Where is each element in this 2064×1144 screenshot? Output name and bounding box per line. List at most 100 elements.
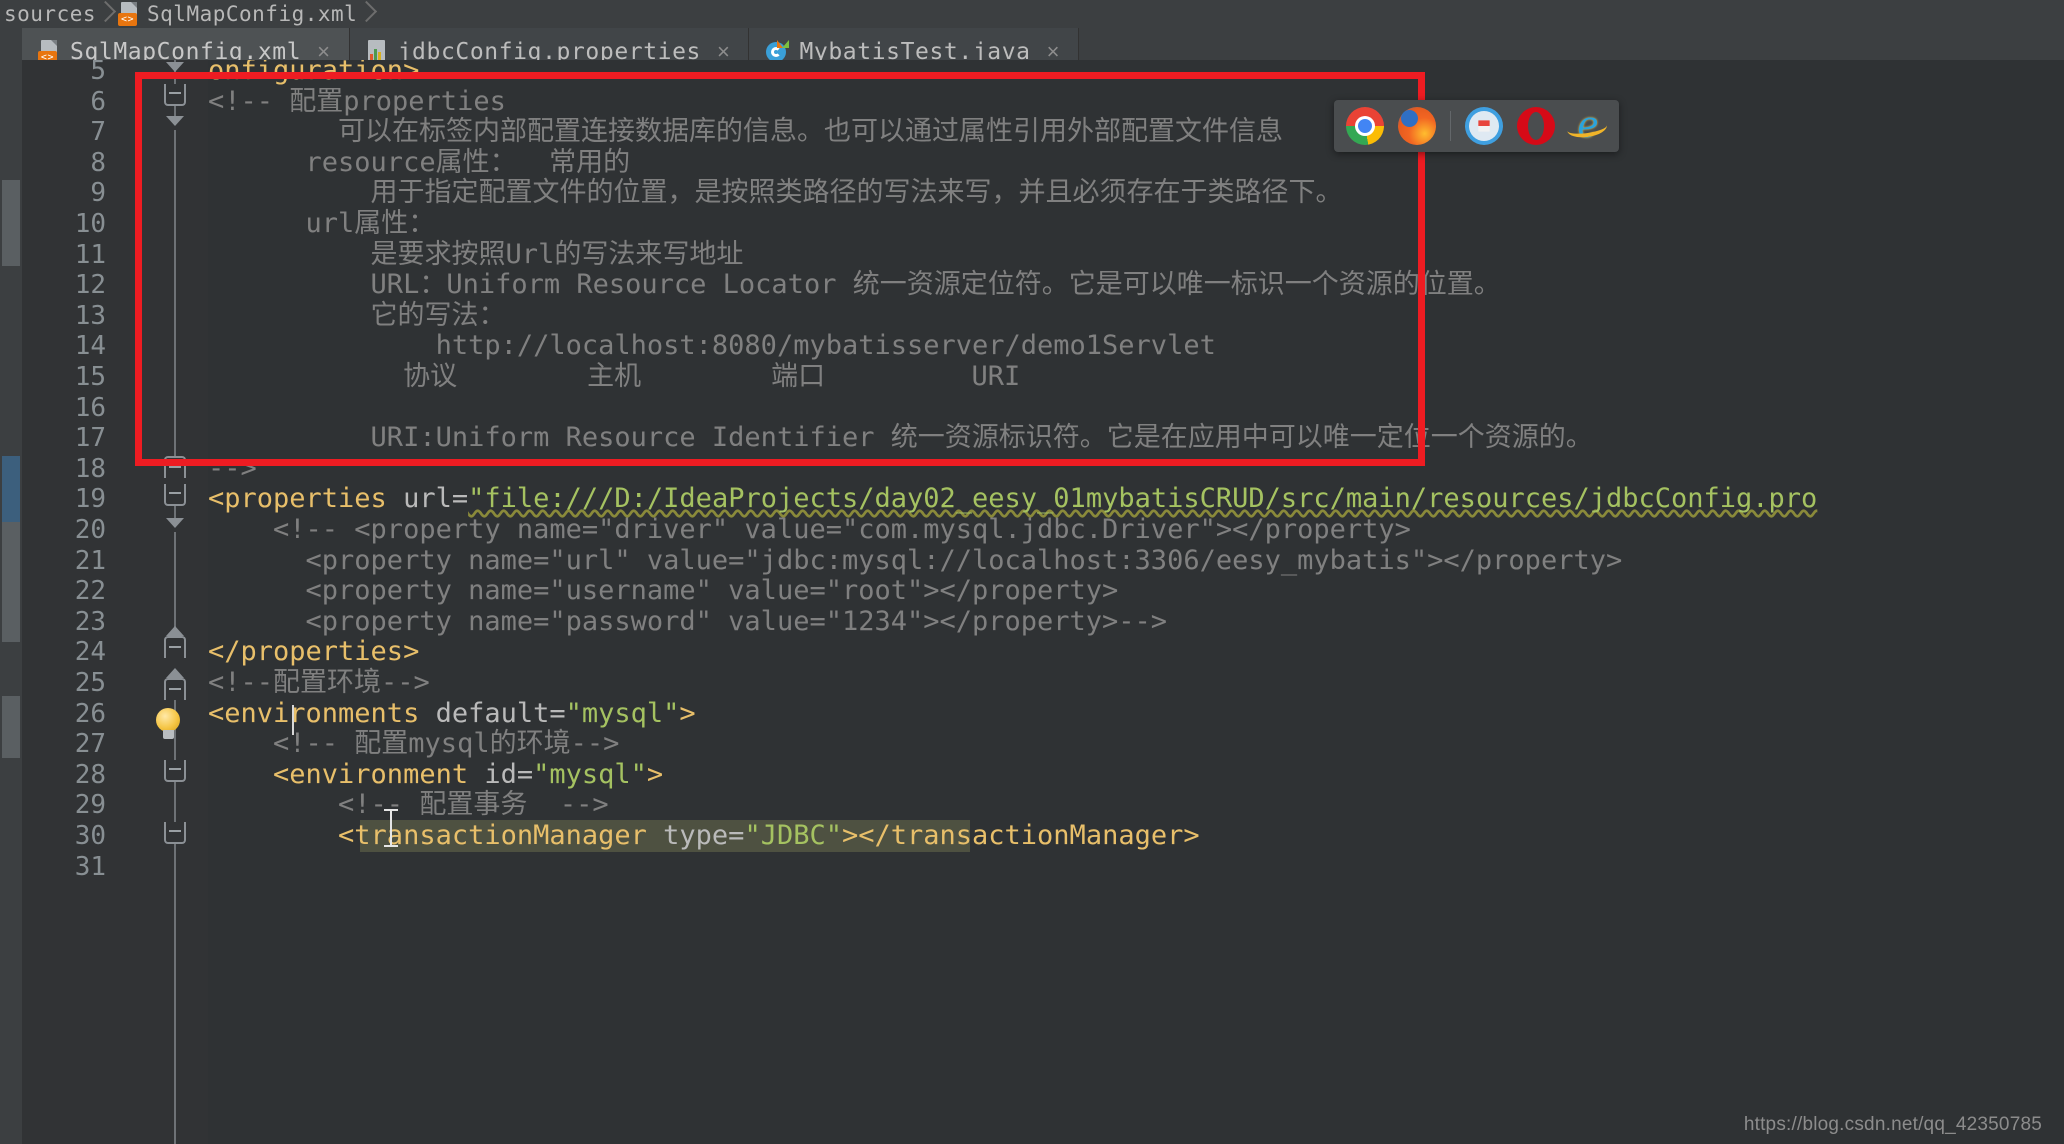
code-line[interactable]: <!-- 配置mysql的环境--> [208,729,619,759]
code-line[interactable]: <environments default="mysql"> [208,697,696,729]
code-token-str: "mysql" [565,697,680,729]
line-number: 11 [74,239,106,270]
code-token-tag: <environments [208,697,436,729]
code-token-cmt: 协议 主机 端口 URI [208,361,1021,392]
ide-window: sources <> SqlMapConfig.xml <> SqlMapCon… [0,0,2064,1144]
fold-arrow-icon[interactable] [166,668,184,678]
fold-arrow-icon[interactable] [166,62,184,72]
code-token-attr: url= [403,483,469,515]
text-caret [292,705,294,735]
fold-toggle-icon[interactable] [164,636,186,658]
fold-toggle-icon[interactable] [164,822,186,844]
mouse-ibeam-cursor [384,808,398,848]
line-number: 13 [74,300,106,331]
code-token-cmt: <!-- 配置事务 --> [208,789,609,821]
code-token-cmt: 用于指定配置文件的位置，是按照类路径的写法来写，并且必须存在于类路径下。 [208,177,1343,209]
code-line[interactable]: 可以在标签内部配置连接数据库的信息。也可以通过属性引用外部配置文件信息 [208,117,1283,147]
code-line[interactable]: --> [208,452,257,484]
line-number: 28 [74,759,106,790]
code-line[interactable]: <property name="password" value="1234"><… [208,606,1168,637]
line-number: 7 [90,117,106,148]
line-number: 31 [74,851,106,882]
code-line[interactable]: <property name="url" value="jdbc:mysql:/… [208,544,1623,576]
fold-toggle-icon[interactable] [164,484,186,506]
code-token-tag: </properties> [208,636,420,668]
chrome-icon[interactable] [1346,107,1384,145]
code-token-cmt: http://localhost:8080/mybatisserver/demo… [208,330,1216,362]
code-line[interactable]: <property name="username" value="root"><… [208,575,1119,607]
code-token-cmt: <!-- 配置properties [208,85,506,117]
breadcrumb-label: sources [4,2,97,26]
breadcrumb: sources <> SqlMapConfig.xml [0,0,2064,28]
code-line[interactable]: <environment id="mysql"> [208,758,663,790]
code-token-tag: <properties [208,483,404,515]
code-line[interactable]: 协议 主机 端口 URI [208,362,1020,392]
code-line[interactable]: URL：Uniform Resource Locator 统一资源定位符。它是可… [208,270,1501,300]
fold-toggle-icon[interactable] [164,760,186,782]
code-token-str: "JDBC" [744,820,842,851]
code-token-attr: id= [484,758,534,790]
code-token-cmt: resource属性： 常用的 [208,146,631,178]
code-token-cmt: <property name="username" value="root"><… [208,575,1119,607]
line-number: 15 [74,362,106,392]
code-token-cmt: 是要求按照Url的写法来写地址 [208,238,744,270]
code-line[interactable]: </properties> [208,637,419,667]
code-token-cmt: <!-- <property name="driver" value="com.… [208,514,1411,545]
code-folding-gutter[interactable] [150,60,208,1144]
code-line[interactable]: URI:Uniform Resource Identifier 统一资源标识符。… [208,423,1593,453]
code-line[interactable]: <properties url="file:///D:/IdeaProjects… [208,484,1817,514]
code-token-cmt: url属性： [208,208,436,239]
breadcrumb-item-sqlmapconfig[interactable]: <> SqlMapConfig.xml [118,0,357,28]
internet-explorer-icon[interactable]: e [1565,107,1609,145]
code-token-str: "mysql" [533,758,647,790]
breadcrumb-label: SqlMapConfig.xml [147,2,358,26]
code-editor[interactable]: 5 6 7 8 9 10 11 12 13 14 15 16 17 18 19 20 21 22 23 24 25 26 2… [0,60,2064,1144]
code-token-cmt: 它的写法： [208,299,506,331]
code-line[interactable]: <transactionManager type="JDBC"></transa… [208,821,1200,851]
intention-lightbulb-icon[interactable] [152,708,186,742]
code-line[interactable]: <!--配置环境--> [208,668,430,698]
code-line[interactable]: <!-- 配置properties [208,85,506,117]
line-number: 12 [74,270,106,301]
code-line[interactable]: <!-- <property name="driver" value="com.… [208,515,1411,545]
code-token-str: "file:///D:/IdeaProjects/day02_eesy_01my… [468,483,1818,515]
code-token-cmt: <!--配置环境--> [208,667,430,698]
line-number: 24 [74,637,106,668]
breadcrumb-item-resources[interactable]: sources [4,0,96,28]
line-number: 19 [74,484,106,515]
code-line[interactable]: http://localhost:8080/mybatisserver/demo… [208,331,1216,361]
code-line[interactable]: onfiguration> [208,60,419,86]
code-token-cmt: <property name="url" value="jdbc:mysql:/… [208,544,1623,576]
code-line[interactable]: 它的写法： [208,299,506,331]
line-number: 9 [90,178,106,209]
code-token-tag: onfiguration> [208,60,420,86]
code-token-tag: <environment [208,758,485,790]
fold-arrow-icon[interactable] [166,626,184,636]
code-line[interactable]: url属性： [208,208,436,239]
fold-toggle-icon[interactable] [164,84,186,106]
code-line[interactable]: <!-- 配置事务 --> [208,790,609,820]
code-token-cmt: --> [208,452,257,484]
browser-run-popup[interactable]: e [1334,100,1619,152]
line-number: 14 [74,331,106,362]
safari-icon[interactable] [1465,107,1503,145]
fold-arrow-icon[interactable] [166,518,184,528]
code-line[interactable]: 是要求按照Url的写法来写地址 [208,238,744,270]
line-number: 16 [74,392,106,423]
fold-arrow-icon[interactable] [166,116,184,126]
line-number: 25 [74,668,106,698]
code-token-attr: type= [663,820,745,851]
code-line[interactable]: resource属性： 常用的 [208,146,631,178]
line-number: 10 [74,209,106,239]
line-number: 18 [74,453,106,484]
code-text-area[interactable]: onfiguration> <!-- 配置properties 可以在标签内部配置… [208,60,2064,1144]
watermark: https://blog.csdn.net/qq_42350785 [1743,1114,2042,1135]
opera-icon[interactable] [1517,107,1555,145]
breadcrumb-separator-icon [357,0,379,28]
code-line[interactable]: 用于指定配置文件的位置，是按照类路径的写法来写，并且必须存在于类路径下。 [208,178,1343,208]
code-token-tag: > [679,697,696,729]
line-number: 6 [90,86,106,117]
firefox-icon[interactable] [1398,107,1436,145]
fold-toggle-icon[interactable] [164,678,186,700]
fold-toggle-icon[interactable] [164,456,186,478]
